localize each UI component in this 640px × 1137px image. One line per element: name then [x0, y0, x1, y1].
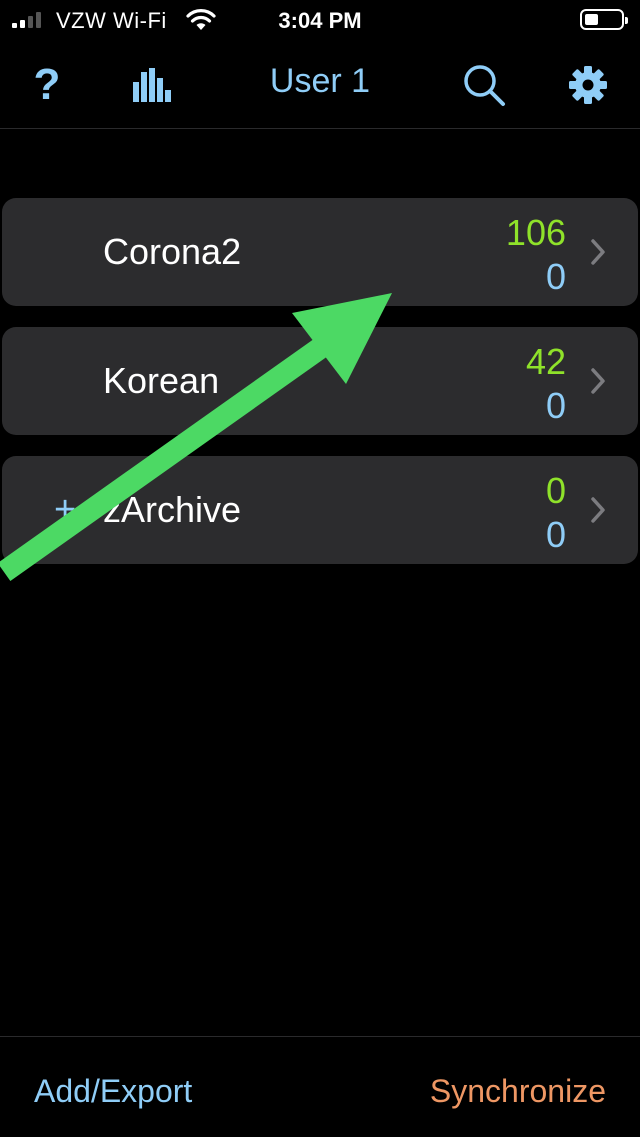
- new-card-count: 42: [525, 341, 566, 382]
- synchronize-button[interactable]: Synchronize: [430, 1073, 606, 1110]
- chevron-right-icon: [591, 368, 605, 394]
- new-card-count: 106: [505, 212, 566, 253]
- chevron-right-icon: [591, 239, 605, 265]
- deck-row-korean[interactable]: Korean 42 0: [2, 327, 638, 435]
- battery-icon: [580, 9, 628, 30]
- new-card-count: 0: [545, 470, 566, 511]
- deck-list: Corona2 106 0 Korean 42 0 + zArchive 0 0: [2, 198, 638, 585]
- search-icon: [464, 65, 505, 106]
- chevron-right-icon: [591, 497, 605, 523]
- add-export-button[interactable]: Add/Export: [34, 1073, 192, 1110]
- search-button[interactable]: [456, 48, 512, 122]
- due-card-count: 0: [545, 256, 566, 297]
- deck-row-corona2[interactable]: Corona2 106 0: [2, 198, 638, 306]
- expand-button[interactable]: +: [54, 456, 76, 564]
- settings-button[interactable]: [562, 48, 614, 122]
- nav-bar: ? User 1: [0, 48, 640, 129]
- deck-name: Corona2: [103, 231, 242, 272]
- due-card-count: 0: [545, 514, 566, 555]
- page-title[interactable]: User 1: [0, 62, 640, 101]
- bottom-toolbar: Add/Export Synchronize: [0, 1036, 640, 1137]
- due-card-count: 0: [545, 385, 566, 426]
- deck-name: Korean: [103, 360, 220, 401]
- deck-name: zArchive: [103, 489, 242, 530]
- gear-icon: [569, 66, 607, 104]
- deck-row-zarchive[interactable]: + zArchive 0 0: [2, 456, 638, 564]
- status-time: 3:04 PM: [278, 8, 362, 33]
- status-bar: VZW Wi-Fi 3:04 PM: [0, 0, 640, 40]
